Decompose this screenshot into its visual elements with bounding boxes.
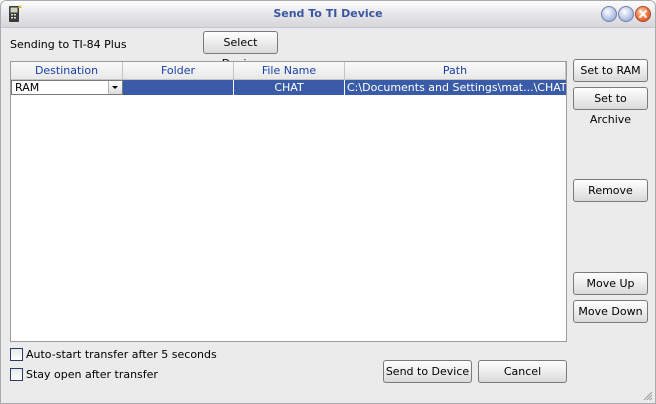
close-button[interactable] <box>635 6 651 22</box>
chevron-down-icon[interactable] <box>108 81 122 94</box>
select-device-button[interactable]: Select Device <box>203 31 278 70</box>
maximize-button[interactable] <box>618 6 634 22</box>
file-list-table[interactable]: Destination Folder File Name Path RAM CH… <box>10 61 567 342</box>
file-name-cell[interactable]: CHAT <box>234 80 345 95</box>
column-header-destination[interactable]: Destination <box>11 62 123 80</box>
folder-cell[interactable] <box>123 80 234 95</box>
cancel-button[interactable]: Cancel <box>478 360 567 383</box>
table-row[interactable]: RAM CHAT C:\Documents and Settings\mat..… <box>11 80 566 96</box>
resize-grip-icon[interactable] <box>641 389 653 401</box>
sending-status-label: Sending to TI-84 Plus <box>10 38 127 51</box>
auto-start-checkbox[interactable] <box>10 348 23 361</box>
stay-open-label: Stay open after transfer <box>26 368 158 381</box>
remove-button[interactable]: Remove <box>573 179 648 202</box>
window-title: Send To TI Device <box>273 7 383 20</box>
path-cell[interactable]: C:\Documents and Settings\mat...\CHAT.8X… <box>345 80 566 95</box>
set-to-ram-button[interactable]: Set to RAM <box>573 59 648 82</box>
move-up-button[interactable]: Move Up <box>573 272 648 295</box>
destination-dropdown[interactable]: RAM <box>11 80 123 95</box>
column-header-file-name[interactable]: File Name <box>234 62 345 80</box>
column-header-folder[interactable]: Folder <box>123 62 234 80</box>
send-to-ti-device-window: Send To TI Device Sending to TI-84 Plus … <box>0 0 656 404</box>
stay-open-checkbox[interactable] <box>10 368 23 381</box>
column-header-path[interactable]: Path <box>345 62 566 80</box>
title-bar[interactable]: Send To TI Device <box>1 1 655 28</box>
minimize-button[interactable] <box>601 6 617 22</box>
auto-start-label: Auto-start transfer after 5 seconds <box>26 348 217 361</box>
send-to-device-button[interactable]: Send to Device <box>383 360 472 383</box>
destination-value: RAM <box>15 81 40 94</box>
set-to-archive-button[interactable]: Set to Archive <box>573 87 648 126</box>
move-down-button[interactable]: Move Down <box>573 300 648 323</box>
table-header: Destination Folder File Name Path <box>11 62 566 80</box>
